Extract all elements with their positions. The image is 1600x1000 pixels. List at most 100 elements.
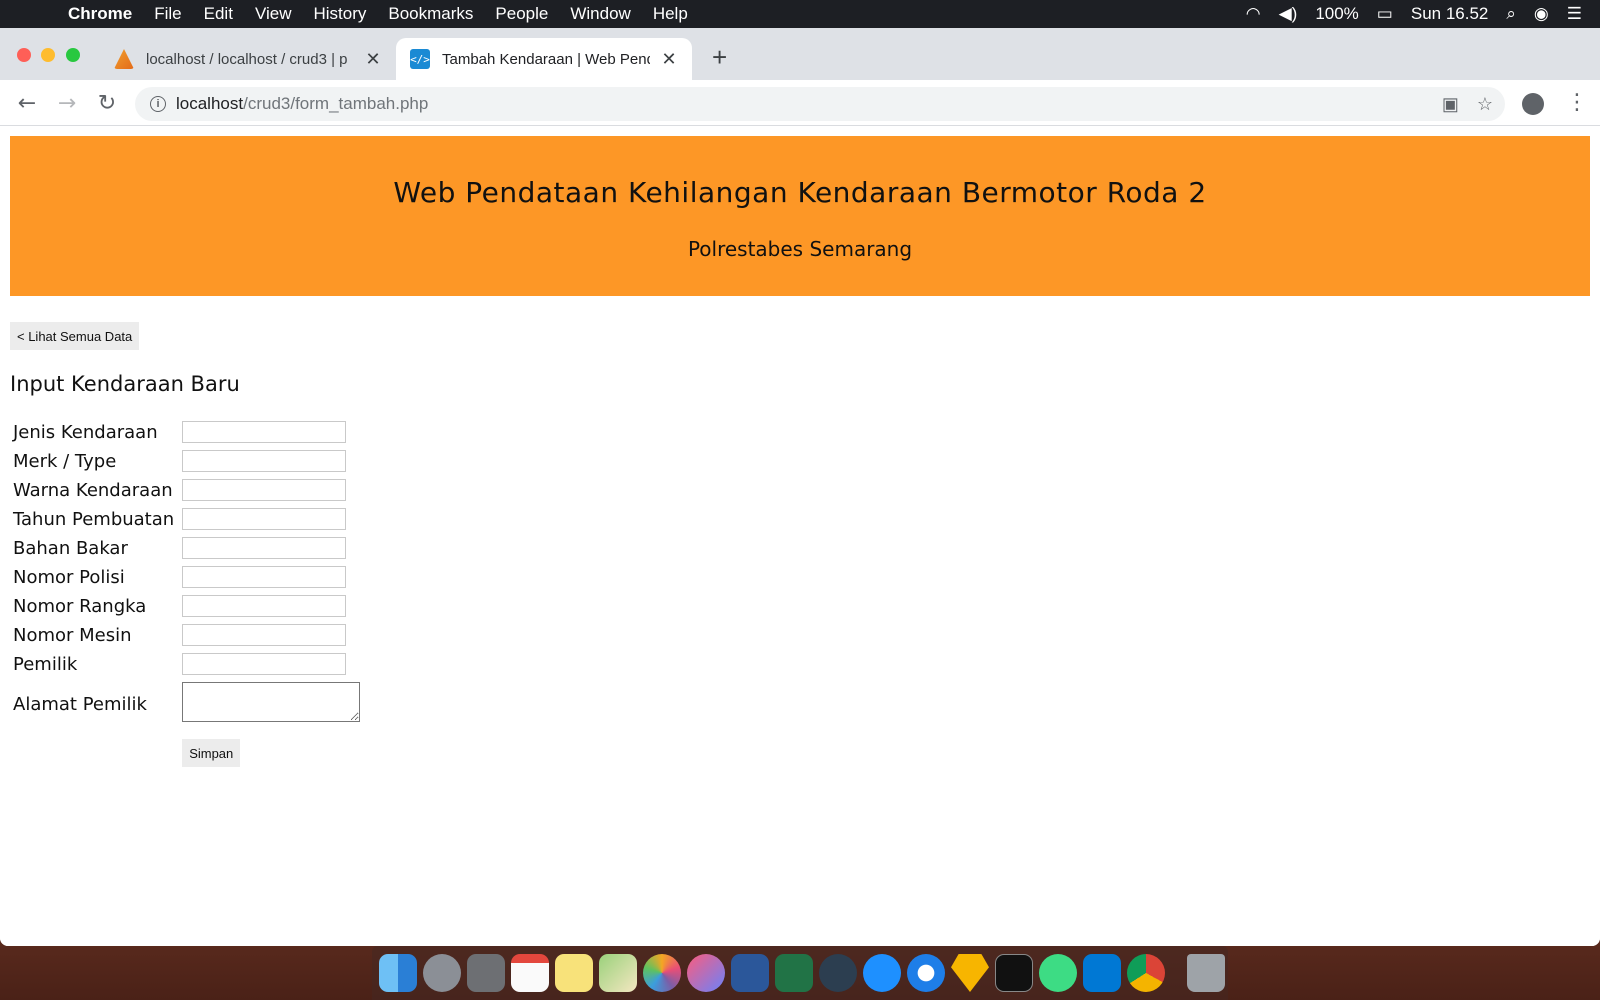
field-label: Nomor Mesin <box>13 624 132 646</box>
forward-arrow-icon[interactable]: → <box>52 88 82 118</box>
form-row: Warna Kendaraan <box>13 477 360 503</box>
vscode-icon[interactable] <box>1083 954 1121 992</box>
menu-history[interactable]: History <box>313 4 366 24</box>
minimize-window-button[interactable] <box>41 48 55 62</box>
merk-type-input[interactable] <box>182 450 347 472</box>
maps-icon[interactable] <box>599 954 637 992</box>
page-subtitle: Polrestabes Semarang <box>687 237 913 261</box>
page-title: Web Pendataan Kehilangan Kendaraan Bermo… <box>393 176 1207 209</box>
form-row: Merk / Type <box>13 448 360 474</box>
phpmyadmin-icon <box>114 49 134 69</box>
field-label: Pemilik <box>13 653 78 675</box>
menu-edit[interactable]: Edit <box>204 4 233 24</box>
field-label: Tahun Pembuatan <box>13 508 175 530</box>
warna-kendaraan-input[interactable] <box>182 479 347 501</box>
menu-file[interactable]: File <box>154 4 181 24</box>
chrome-icon[interactable] <box>1127 954 1165 992</box>
finder-icon[interactable] <box>379 954 417 992</box>
nomor-polisi-input[interactable] <box>182 566 347 588</box>
form-row: Alamat Pemilik <box>13 680 361 728</box>
form-row: Simpan <box>13 731 360 767</box>
new-tab-icon[interactable]: + <box>712 42 727 73</box>
browser-toolbar: ← → ↻ i localhost/crud3/form_tambah.php … <box>0 80 1600 126</box>
tab-title: localhost / localhost / crud3 | p <box>146 50 348 68</box>
tab-strip: localhost / localhost / crud3 | p ✕ </> … <box>0 28 1600 80</box>
jenis-kendaraan-input[interactable] <box>182 421 347 443</box>
form-row: Nomor Polisi <box>13 564 360 590</box>
form-row: Nomor Rangka <box>13 593 360 619</box>
field-label: Jenis Kendaraan <box>13 421 158 443</box>
nomor-rangka-input[interactable] <box>182 595 347 617</box>
form-row: Tahun Pembuatan <box>13 506 360 532</box>
word-icon[interactable] <box>731 954 769 992</box>
menu-help[interactable]: Help <box>653 4 688 24</box>
view-all-data-button[interactable]: < Lihat Semua Data <box>10 322 140 350</box>
clock[interactable]: Sun 16.52 <box>1411 4 1489 24</box>
menu-app-name[interactable]: Chrome <box>68 4 132 24</box>
save-button[interactable]: Simpan <box>182 739 241 767</box>
pemilik-input[interactable] <box>182 653 347 675</box>
form-row: Nomor Mesin <box>13 622 360 648</box>
web-page: Web Pendataan Kehilangan Kendaraan Bermo… <box>0 126 1600 946</box>
alamat-pemilik-textarea[interactable] <box>182 681 361 722</box>
field-label: Warna Kendaraan <box>13 479 173 501</box>
field-label: Bahan Bakar <box>13 537 128 559</box>
quicktime-icon[interactable] <box>819 954 857 992</box>
android-studio-icon[interactable] <box>1039 954 1077 992</box>
vehicle-form: Jenis Kendaraan Merk / Type Warna Kendar… <box>10 416 363 770</box>
page-header-banner: Web Pendataan Kehilangan Kendaraan Bermo… <box>10 136 1590 296</box>
profile-avatar-icon[interactable] <box>1522 93 1544 115</box>
menu-people[interactable]: People <box>495 4 548 24</box>
battery-icon[interactable]: ▭ <box>1377 4 1393 24</box>
dock <box>372 946 1228 1000</box>
close-window-button[interactable] <box>17 48 31 62</box>
trash-icon[interactable] <box>1187 954 1225 992</box>
battery-percent[interactable]: 100% <box>1315 4 1358 24</box>
terminal-icon[interactable] <box>995 954 1033 992</box>
close-tab-icon[interactable]: ✕ <box>364 49 382 70</box>
field-label: Alamat Pemilik <box>13 693 147 715</box>
form-title: Input Kendaraan Baru <box>10 372 240 396</box>
sketch-icon[interactable] <box>951 954 989 992</box>
menu-bookmarks[interactable]: Bookmarks <box>388 4 473 24</box>
back-arrow-icon[interactable]: ← <box>12 88 42 118</box>
system-preferences-icon[interactable] <box>467 954 505 992</box>
menu-window[interactable]: Window <box>570 4 630 24</box>
excel-icon[interactable] <box>775 954 813 992</box>
tab-title: Tambah Kendaraan | Web Pend <box>442 50 650 68</box>
url-host: localhost <box>176 94 244 113</box>
form-row: Jenis Kendaraan <box>13 419 360 445</box>
close-tab-icon[interactable]: ✕ <box>660 49 678 70</box>
app-store-icon[interactable] <box>863 954 901 992</box>
field-label: Merk / Type <box>13 450 117 472</box>
tahun-pembuatan-input[interactable] <box>182 508 347 530</box>
launchpad-icon[interactable] <box>423 954 461 992</box>
nomor-mesin-input[interactable] <box>182 624 347 646</box>
form-row: Bahan Bakar <box>13 535 360 561</box>
menu-view[interactable]: View <box>255 4 292 24</box>
chrome-menu-icon[interactable]: ⋮ <box>1566 90 1588 115</box>
calendar-icon[interactable] <box>511 954 549 992</box>
translate-icon[interactable]: ▣ <box>1442 94 1459 115</box>
tab-phpmyadmin[interactable]: localhost / localhost / crud3 | p ✕ <box>100 38 396 80</box>
notes-icon[interactable] <box>555 954 593 992</box>
safari-icon[interactable] <box>907 954 945 992</box>
volume-icon[interactable]: ◀) <box>1279 4 1298 24</box>
tab-tambah-kendaraan[interactable]: </> Tambah Kendaraan | Web Pend ✕ <box>396 38 692 80</box>
bookmark-star-icon[interactable]: ☆ <box>1477 94 1493 115</box>
bahan-bakar-input[interactable] <box>182 537 347 559</box>
code-icon: </> <box>410 49 430 69</box>
wifi-icon[interactable]: ◠ <box>1246 4 1261 24</box>
maximize-window-button[interactable] <box>66 48 80 62</box>
itunes-icon[interactable] <box>687 954 725 992</box>
notification-center-icon[interactable]: ☰ <box>1567 4 1582 24</box>
address-bar[interactable]: i localhost/crud3/form_tambah.php ▣ ☆ <box>135 87 1505 121</box>
info-icon[interactable]: i <box>150 96 166 112</box>
spotlight-icon[interactable]: ⌕ <box>1506 4 1516 24</box>
browser-window: localhost / localhost / crud3 | p ✕ </> … <box>0 28 1600 946</box>
siri-icon[interactable]: ◉ <box>1534 4 1549 24</box>
url-path: /crud3/form_tambah.php <box>243 94 429 113</box>
photos-icon[interactable] <box>643 954 681 992</box>
field-label: Nomor Polisi <box>13 566 125 588</box>
reload-icon[interactable]: ↻ <box>92 88 122 118</box>
